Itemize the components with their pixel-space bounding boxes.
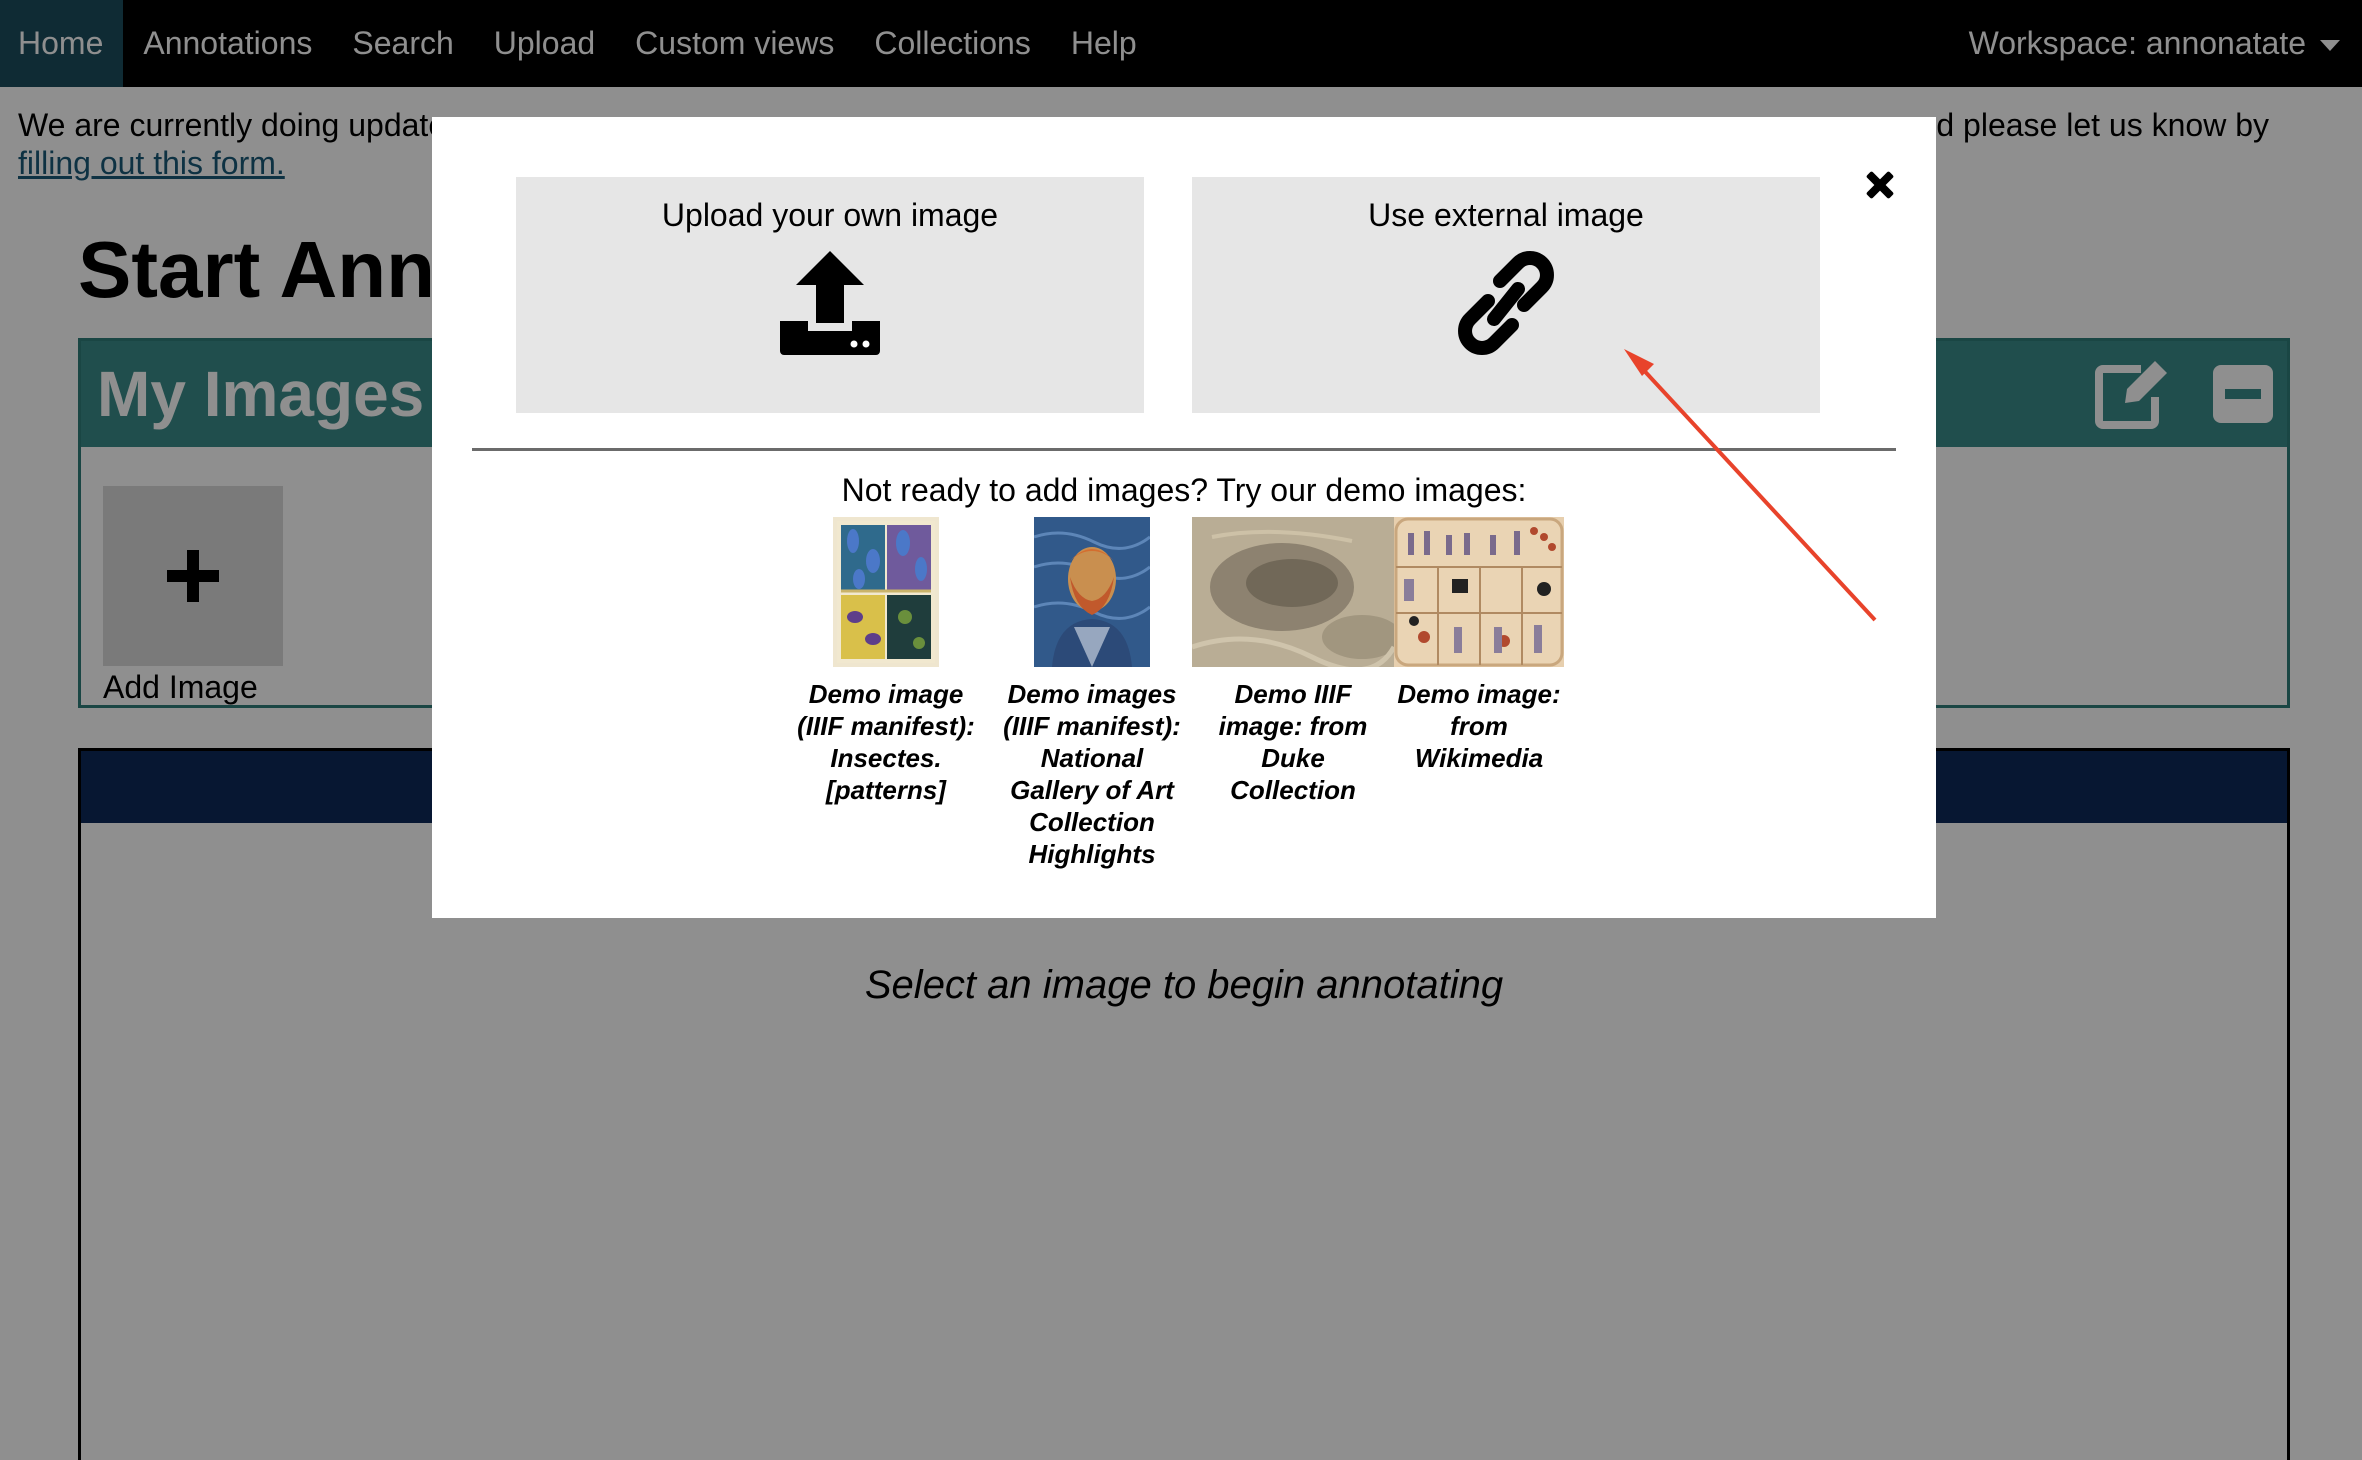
- demo-caption: Demo image (IIIF manifest): Insectes. [p…: [797, 679, 975, 805]
- modal-divider: [472, 448, 1896, 451]
- demo-thumbnail-national-gallery[interactable]: [1034, 517, 1150, 667]
- demo-caption: Demo IIIF image: from Duke Collection: [1218, 679, 1368, 805]
- close-icon[interactable]: [1862, 167, 1898, 203]
- demo-thumbnail-duke[interactable]: [1192, 517, 1394, 667]
- upload-option-label: Upload your own image: [661, 197, 999, 233]
- external-option-label: Use external image: [1368, 197, 1644, 233]
- demo-thumbnail-wikimedia[interactable]: [1394, 517, 1564, 667]
- upload-own-image-button[interactable]: Upload your own image: [516, 177, 1144, 413]
- demo-thumbnail-insectes[interactable]: [833, 517, 939, 667]
- add-image-modal: Upload your own image Use external image…: [432, 117, 1936, 918]
- upload-icon: [780, 251, 880, 355]
- demo-caption: Demo image: from Wikimedia: [1397, 679, 1561, 773]
- demo-heading: Not ready to add images? Try our demo im…: [841, 472, 1527, 508]
- use-external-image-button[interactable]: Use external image: [1192, 177, 1820, 413]
- link-icon: [1456, 251, 1556, 355]
- demo-caption: Demo images (IIIF manifest): National Ga…: [1003, 679, 1181, 869]
